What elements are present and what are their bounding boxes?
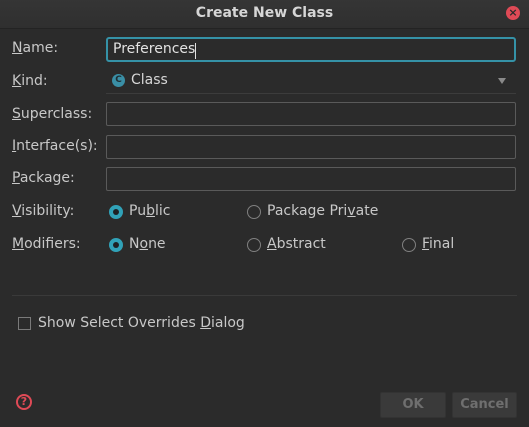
interfaces-label: Interface(s): [12, 138, 98, 154]
superclass-input[interactable] [106, 102, 516, 126]
help-icon[interactable]: ? [16, 394, 32, 410]
name-label: Name: [12, 40, 59, 56]
superclass-label: Superclass: [12, 106, 93, 122]
visibility-public-radio[interactable] [109, 205, 123, 219]
visibility-package-private-label[interactable]: Package Private [267, 203, 378, 219]
name-input-value: Preferences [113, 41, 196, 57]
kind-select[interactable]: C Class [106, 68, 516, 94]
chevron-down-icon [498, 78, 506, 84]
modifier-none-radio[interactable] [109, 238, 123, 252]
close-icon[interactable]: × [506, 6, 520, 20]
window-title: Create New Class [195, 5, 334, 21]
modifier-final-radio[interactable] [402, 238, 416, 252]
text-caret [195, 43, 196, 59]
interfaces-input[interactable] [106, 135, 516, 159]
ok-button[interactable]: OK [380, 392, 446, 418]
show-overrides-checkbox[interactable] [18, 317, 31, 330]
modifier-final-label[interactable]: Final [422, 236, 454, 252]
package-label: Package: [12, 170, 75, 186]
class-icon: C [112, 74, 125, 87]
show-overrides-label[interactable]: Show Select Overrides Dialog [38, 315, 245, 331]
visibility-package-private-radio[interactable] [247, 205, 261, 219]
modifier-abstract-label[interactable]: Abstract [267, 236, 326, 252]
modifiers-label: Modifiers: [12, 236, 81, 252]
visibility-label: Visibility: [12, 203, 75, 219]
name-input[interactable]: Preferences [106, 37, 516, 62]
package-input[interactable] [106, 167, 516, 191]
title-bar: Create New Class × [0, 0, 529, 29]
kind-selected-value: Class [131, 72, 168, 88]
divider [12, 295, 517, 296]
cancel-button[interactable]: Cancel [452, 392, 517, 418]
kind-label: Kind: [12, 73, 48, 89]
visibility-public-label[interactable]: Public [129, 203, 170, 219]
modifier-abstract-radio[interactable] [247, 238, 261, 252]
modifier-none-label[interactable]: None [129, 236, 166, 252]
